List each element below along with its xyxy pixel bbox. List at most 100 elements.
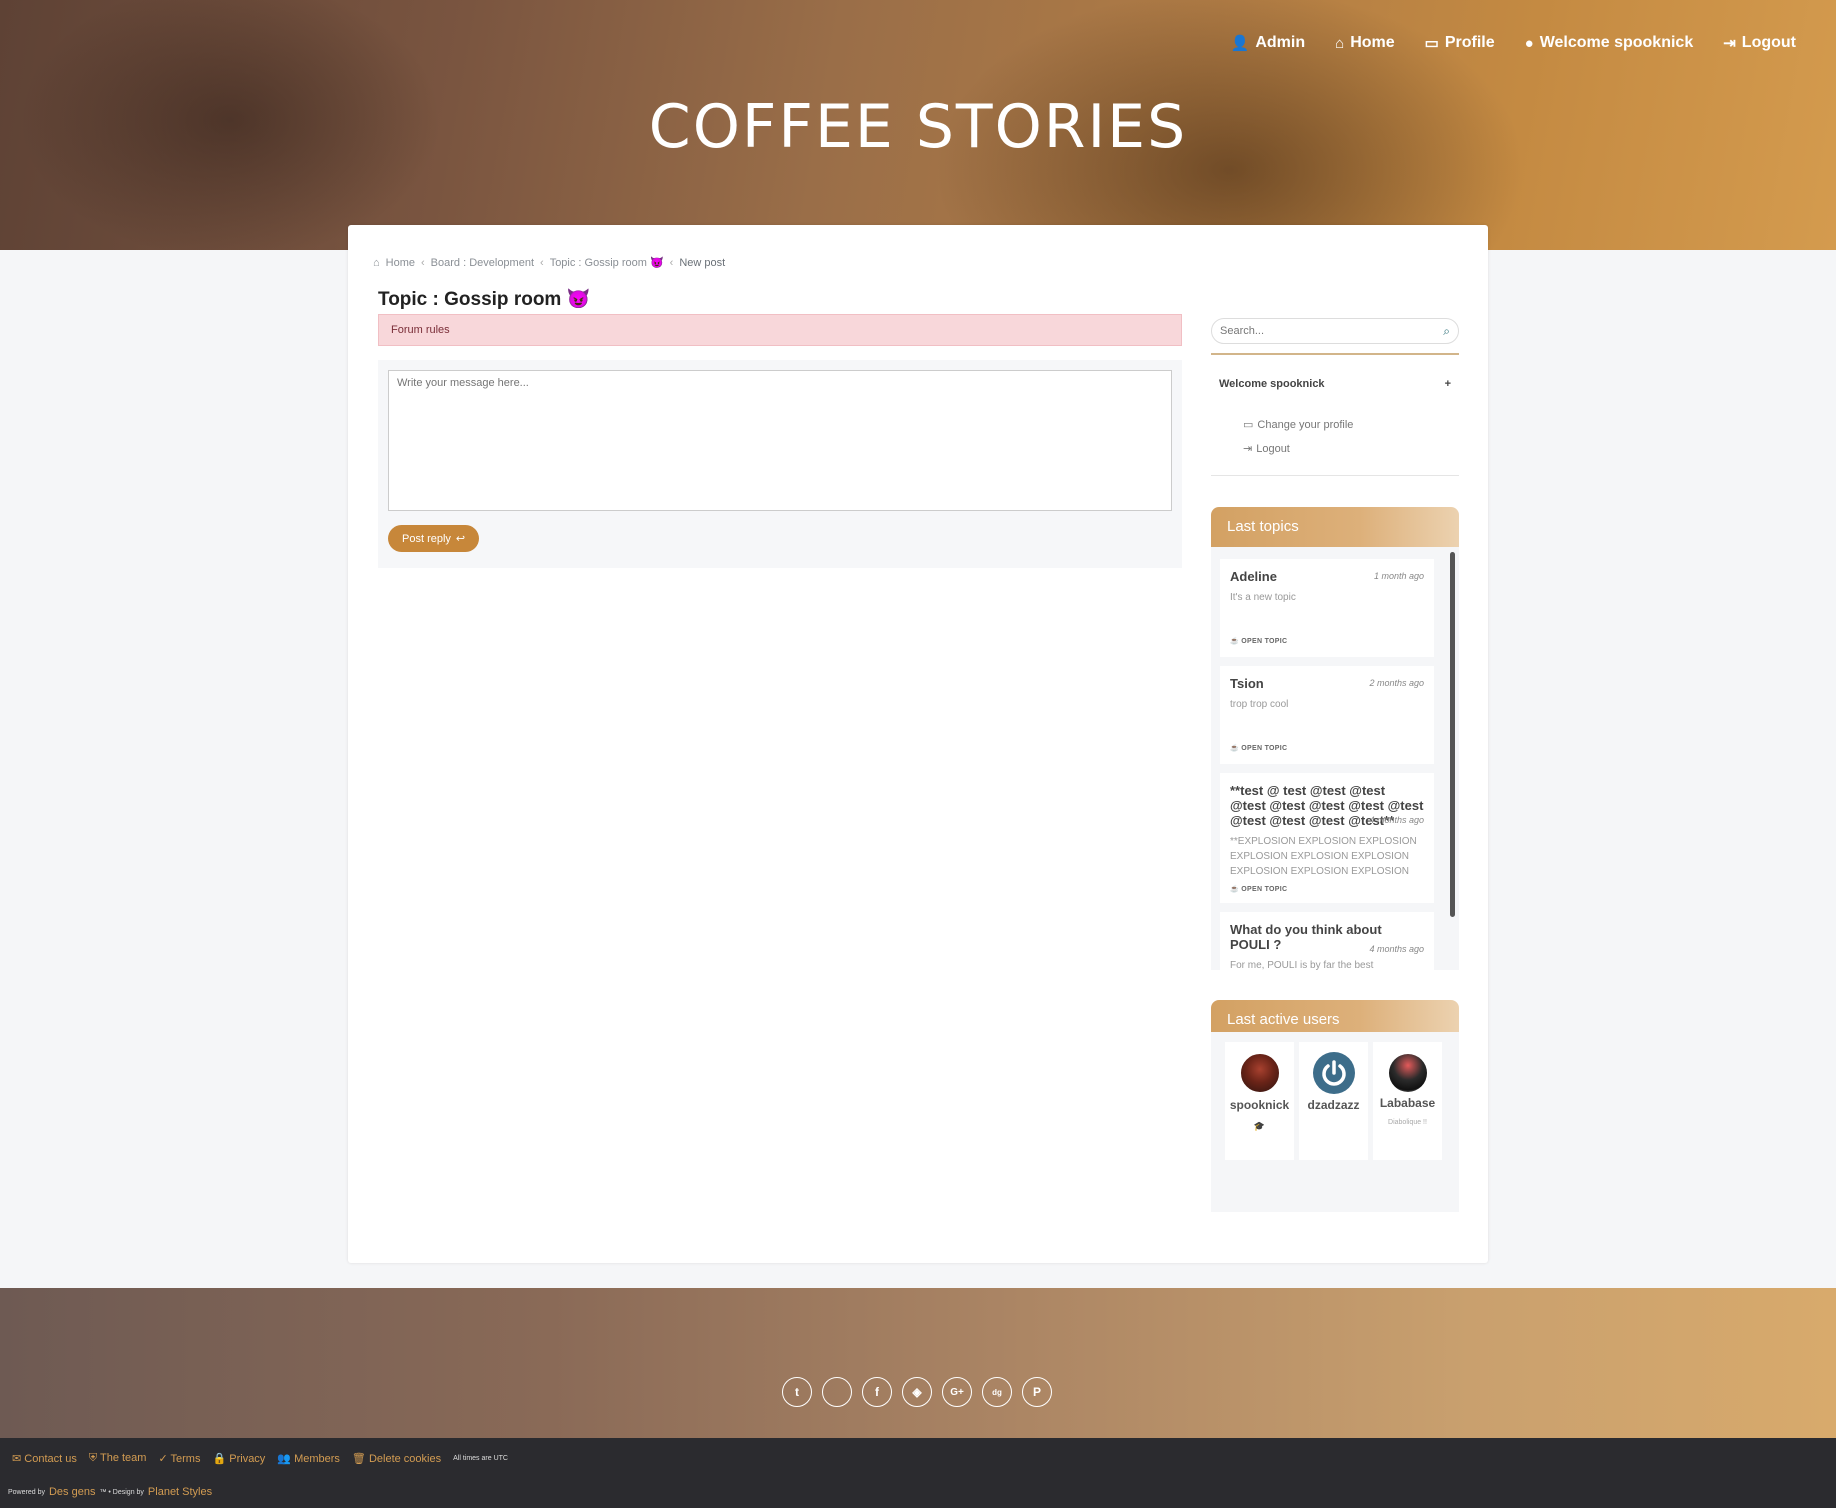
user-badge: 🎓 [1253, 1121, 1266, 1131]
search-icon[interactable]: ⌕ [1443, 324, 1450, 339]
google-plus-icon[interactable]: G+ [942, 1377, 972, 1407]
nav-profile[interactable]: ▭ Profile [1425, 34, 1495, 52]
menu-logout[interactable]: ⇥ Logout [1243, 442, 1353, 456]
contact-link[interactable]: ✉ Contact us [12, 1452, 77, 1465]
menu-change-profile-label: Change your profile [1257, 418, 1354, 431]
privacy-link[interactable]: 🔒 Privacy [212, 1452, 265, 1465]
reply-icon: ↩ [455, 533, 466, 545]
team-link[interactable]: ⛨ The team [89, 1452, 147, 1465]
users-icon: 👥 [277, 1453, 292, 1465]
nav-welcome[interactable]: ● Welcome spooknick [1525, 34, 1694, 52]
list-item[interactable]: **test @ test @test @test @test @test @t… [1220, 773, 1434, 903]
nav-home[interactable]: ⌂ Home [1335, 34, 1395, 52]
user-cog-icon: 👤 [1230, 35, 1250, 52]
user-card[interactable]: Lababase Diabolique !! [1373, 1042, 1442, 1160]
footer: t f ◈ G+ dg P [0, 1288, 1836, 1438]
nav-home-label: Home [1350, 34, 1395, 51]
breadcrumb-current: New post [679, 256, 726, 269]
des-gens-link[interactable]: Des gens [49, 1486, 95, 1498]
nav-profile-label: Profile [1444, 34, 1495, 51]
list-item[interactable]: What do you think about POULI ? 4 months… [1220, 912, 1434, 970]
social-links: t f ◈ G+ dg P [782, 1377, 1052, 1407]
apple-icon[interactable] [822, 1377, 852, 1407]
check-icon: ✓ [158, 1453, 168, 1465]
coffee-icon: ☕ [1230, 638, 1240, 645]
facebook-icon[interactable]: f [862, 1377, 892, 1407]
avatar[interactable] [1388, 1054, 1427, 1092]
top-nav: 👤 Admin ⌂ Home ▭ Profile ● Welcome spooknick… [1231, 34, 1796, 52]
topic-time: 4 months ago [1369, 815, 1424, 825]
coffee-icon: ☕ [1230, 886, 1240, 893]
members-link[interactable]: 👥 Members [277, 1452, 340, 1465]
menu-change-profile[interactable]: ▭ Change your profile [1243, 418, 1354, 432]
terms-link[interactable]: ✓ Terms [158, 1452, 200, 1465]
user-icon: ● [1524, 34, 1534, 52]
nav-logout[interactable]: ⇥ Logout [1723, 34, 1796, 52]
menu-logout-label: Logout [1256, 442, 1290, 455]
pinterest-icon[interactable]: P [1022, 1377, 1052, 1407]
breadcrumb-board[interactable]: Board : Development [431, 257, 534, 269]
power-icon [1321, 1060, 1346, 1086]
post-reply-button[interactable]: Post reply ↩ [388, 525, 480, 552]
post-editor: Post reply ↩ [378, 360, 1182, 568]
status-badge-label: OPEN TOPIC [1241, 638, 1288, 645]
avatar[interactable] [1238, 1052, 1281, 1094]
divider [1211, 475, 1459, 476]
site-title[interactable]: COFFEE STORIES [0, 92, 1836, 162]
search-input[interactable]: Search... ⌕ [1211, 318, 1459, 344]
site-header: 👤 Admin ⌂ Home ▭ Profile ● Welcome spooknick… [0, 0, 1836, 250]
topic-time: 1 month ago [1373, 571, 1424, 581]
forum-rules-link[interactable]: Forum rules [378, 314, 1182, 346]
user-name[interactable]: dzadzazz [1299, 1098, 1368, 1113]
shield-icon: ⛨ [88, 1452, 98, 1464]
status-badge: ☕ OPEN TOPIC [1230, 744, 1287, 752]
nav-admin[interactable]: 👤 Admin [1231, 34, 1305, 52]
delete-cookies-link[interactable]: 🗑 Delete cookies [352, 1452, 441, 1465]
message-input[interactable] [388, 370, 1172, 511]
status-badge-label: OPEN TOPIC [1241, 745, 1288, 752]
nav-logout-label: Logout [1741, 34, 1796, 51]
codepen-icon[interactable]: ◈ [902, 1377, 932, 1407]
avatar[interactable] [1312, 1052, 1355, 1094]
main-container: ⌂ Home ‹ Board : Development ‹ Topic : G… [348, 225, 1488, 1263]
digg-icon[interactable]: dg [982, 1377, 1012, 1407]
user-name[interactable]: spooknick [1225, 1098, 1294, 1113]
page-title: Topic : Gossip room 😈 [378, 289, 591, 310]
topic-time: 4 months ago [1369, 944, 1424, 954]
last-topics-header: Last topics [1211, 507, 1459, 549]
contact-link-label: Contact us [24, 1453, 77, 1465]
welcome-label: Welcome spooknick [1219, 378, 1325, 390]
last-topics-list[interactable]: Adeline 1 month ago It's a new topic ☕ O… [1211, 547, 1459, 970]
user-menu: ▭ Change your profile ⇥ Logout [1243, 418, 1353, 466]
user-name[interactable]: Lababase [1373, 1096, 1442, 1111]
scrollbar[interactable] [1450, 552, 1455, 917]
logout-icon: ⇥ [1243, 443, 1253, 455]
privacy-link-label: Privacy [229, 1453, 266, 1465]
lock-icon: 🔒 [212, 1453, 227, 1465]
delete-cookies-label: Delete cookies [368, 1453, 442, 1465]
id-card-icon: ▭ [1424, 35, 1439, 52]
breadcrumb-home[interactable]: Home [386, 257, 415, 269]
topic-time: 2 months ago [1369, 678, 1424, 688]
breadcrumb: ⌂ Home ‹ Board : Development ‹ Topic : G… [373, 256, 726, 270]
list-item[interactable]: Adeline 1 month ago It's a new topic ☕ O… [1220, 559, 1434, 657]
user-tagline: Diabolique !! [1388, 1119, 1427, 1126]
status-badge: ☕ OPEN TOPIC [1230, 885, 1287, 893]
plus-icon[interactable]: + [1445, 378, 1451, 390]
terms-link-label: Terms [170, 1453, 201, 1465]
twitter-icon[interactable]: t [782, 1377, 812, 1407]
design-by-label: ™ • Design by [99, 1488, 144, 1496]
status-badge: ☕ OPEN TOPIC [1230, 637, 1287, 645]
list-item[interactable]: Tsion 2 months ago trop trop cool ☕ OPEN… [1220, 666, 1434, 764]
user-card[interactable]: spooknick 🎓 [1225, 1042, 1294, 1160]
coffee-icon: ☕ [1230, 745, 1240, 752]
bottom-bar: ✉ Contact us ⛨ The team ✓ Terms 🔒 Privac… [0, 1438, 1836, 1508]
nav-welcome-label: Welcome spooknick [1539, 34, 1694, 51]
post-reply-label: Post reply [402, 532, 451, 545]
trash-icon: 🗑 [351, 1453, 366, 1465]
welcome-toggle[interactable]: Welcome spooknick + [1219, 378, 1451, 390]
user-card[interactable]: dzadzazz [1299, 1042, 1368, 1160]
breadcrumb-topic[interactable]: Topic : Gossip room 😈 [550, 256, 664, 269]
topic-excerpt: For me, POULI is by far the best [1230, 960, 1374, 970]
planet-styles-link[interactable]: Planet Styles [148, 1486, 212, 1498]
